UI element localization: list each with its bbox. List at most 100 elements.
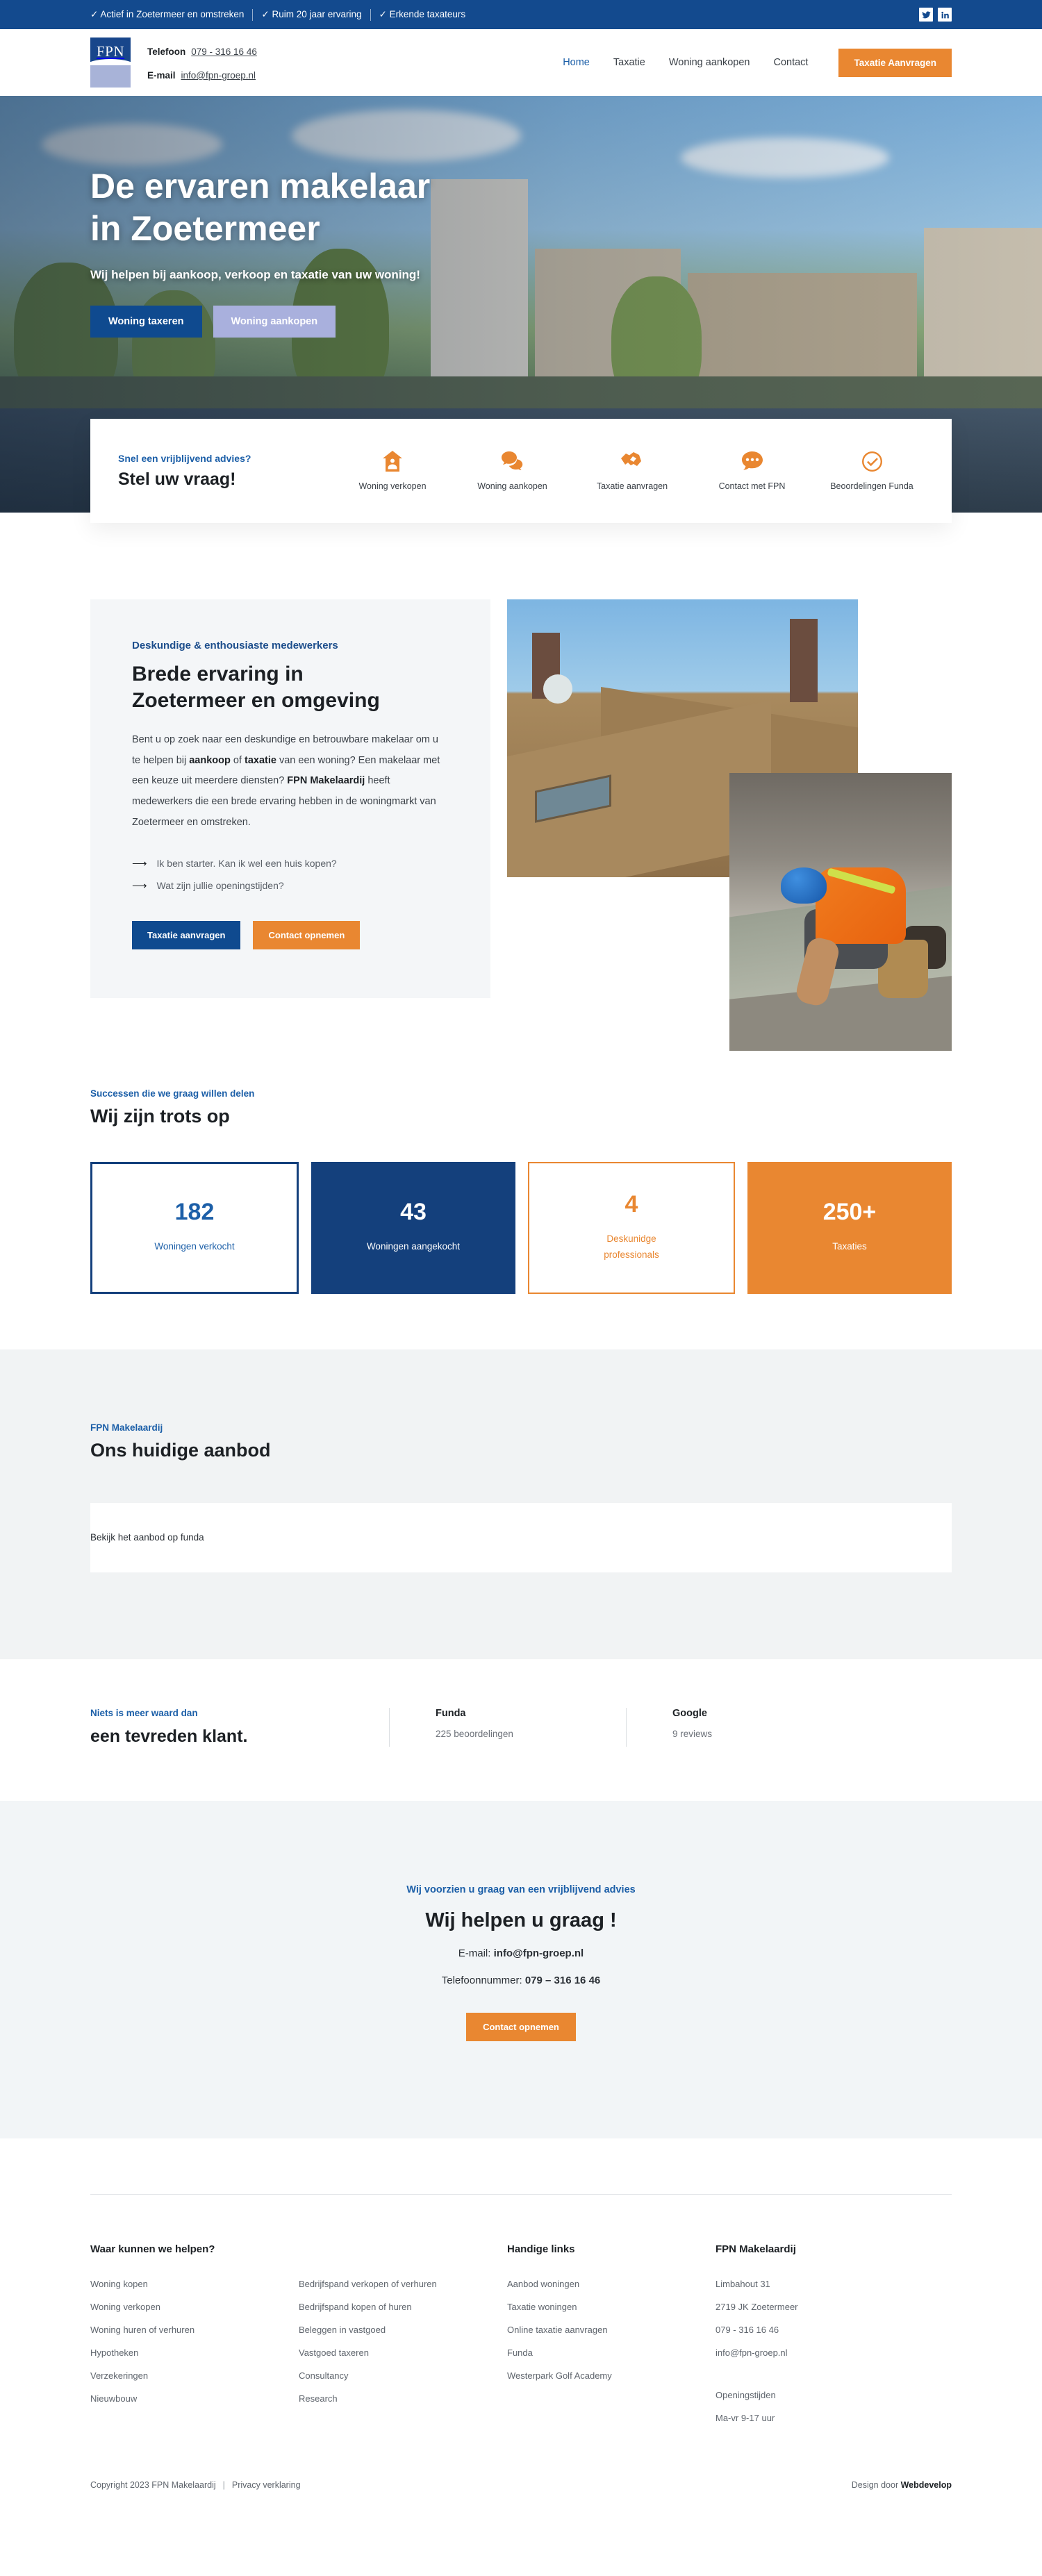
cta-title: Wij helpen u graag ! [425, 1909, 617, 1931]
about-paragraph: Bent u op zoek naar een deskundige en be… [132, 730, 449, 833]
hero-title-line-2: in Zoetermeer [90, 209, 320, 248]
footer-column-help: Waar kunnen we helpen? Woning kopen Woni… [90, 2243, 507, 2423]
header-email-row: E-mail info@fpn-groep.nl [147, 69, 257, 83]
review-source-google[interactable]: Google 9 reviews [627, 1708, 863, 1747]
cta-contact-opnemen-button[interactable]: Contact opnemen [466, 2012, 576, 2041]
about-heading: Brede ervaring in Zoetermeer en omgeving [132, 661, 449, 713]
footer-link[interactable]: Verzekeringen [90, 2370, 299, 2381]
reviews-intro: Niets is meer waard dan een tevreden kla… [90, 1708, 389, 1747]
about-faq-link-openingstijden[interactable]: ⟶ Wat zijn jullie openingstijden? [132, 879, 449, 892]
chat-dots-icon [741, 451, 763, 472]
header-contact-block: Telefoon 079 - 316 16 46 E-mail info@fpn… [147, 42, 257, 83]
footer-link[interactable]: Hypotheken [90, 2348, 299, 2358]
footer-hours-value: Ma-vr 9-17 uur [716, 2412, 775, 2423]
taxatie-aanvragen-button[interactable]: Taxatie Aanvragen [838, 48, 952, 77]
footer-email[interactable]: info@fpn-groep.nl [716, 2348, 952, 2358]
footer-link[interactable]: Bedrijfspand kopen of huren [299, 2302, 507, 2312]
footer-heading-company: FPN Makelaardij [716, 2243, 796, 2255]
handshake-icon [621, 451, 643, 472]
footer-link[interactable]: Bedrijfspand verkopen of verhuren [299, 2279, 507, 2289]
reviews-title: een tevreden klant. [90, 1726, 248, 1746]
about-faq-label: Ik ben starter. Kan ik wel een huis kope… [156, 857, 337, 869]
about-p-bold-1: aankoop [189, 754, 231, 766]
design-credit-name: Webdevelop [900, 2479, 952, 2490]
aanbod-embed-box: Bekijk het aanbod op funda [90, 1502, 952, 1572]
nav-item-woning-aankopen[interactable]: Woning aankopen [669, 57, 750, 68]
footer-column-links: Handige links Aanbod woningen Taxatie wo… [507, 2243, 716, 2423]
about-heading-line-2: Zoetermeer en omgeving [132, 688, 380, 712]
chat-bubbles-icon [501, 451, 524, 472]
about-faq-link-starter[interactable]: ⟶ Ik ben starter. Kan ik wel een huis ko… [132, 857, 449, 870]
email-value[interactable]: info@fpn-groep.nl [181, 69, 256, 83]
footer-link[interactable]: Funda [507, 2348, 716, 2358]
footer-link[interactable]: Consultancy [299, 2370, 507, 2381]
quick-link-woning-verkopen[interactable]: Woning verkopen [340, 451, 445, 491]
footer-link[interactable]: Woning huren of verhuren [90, 2325, 299, 2335]
cta-phone-line: Telefoonnummer: 079 – 316 16 46 [90, 1975, 952, 1986]
footer-phone[interactable]: 079 - 316 16 46 [716, 2325, 952, 2335]
quick-links-eyebrow: Snel een vrijblijvend advies? [118, 452, 251, 464]
linkedin-icon[interactable] [938, 8, 952, 22]
privacy-verklaring-link[interactable]: Privacy verklaring [232, 2480, 301, 2490]
stat-number: 182 [174, 1199, 215, 1226]
cta-eyebrow: Wij voorzien u graag van een vrijblijven… [406, 1884, 636, 1895]
hero-button-group: Woning taxeren Woning aankopen [90, 306, 952, 338]
about-eyebrow: Deskundige & enthousiaste medewerkers [132, 640, 338, 651]
hero-subtitle: Wij helpen bij aankoop, verkoop en taxat… [90, 268, 420, 281]
nav-item-contact[interactable]: Contact [773, 57, 808, 68]
woning-taxeren-button[interactable]: Woning taxeren [90, 306, 202, 338]
usp-item: ✓ Ruim 20 jaar ervaring [261, 9, 362, 19]
site-header: FPN Telefoon 079 - 316 16 46 E-mail info… [0, 29, 1042, 96]
footer-link[interactable]: Woning verkopen [90, 2302, 299, 2312]
about-p-bold-2: taxatie [245, 754, 276, 766]
hero-title: De ervaren makelaar in Zoetermeer [90, 165, 590, 250]
footer-bottom-separator: | [222, 2479, 225, 2490]
quick-links-intro: Snel een vrijblijvend advies? Stel uw vr… [118, 453, 326, 490]
footer-link[interactable]: Nieuwbouw [90, 2393, 299, 2404]
stats-eyebrow: Successen die we graag willen delen [90, 1088, 255, 1099]
twitter-icon[interactable] [919, 8, 933, 22]
funda-aanbod-link[interactable]: Bekijk het aanbod op funda [90, 1532, 204, 1543]
footer-link[interactable]: Taxatie woningen [507, 2302, 716, 2312]
about-faq-links: ⟶ Ik ben starter. Kan ik wel een huis ko… [132, 857, 449, 892]
review-source-name: Google [672, 1707, 707, 1719]
review-source-funda[interactable]: Funda 225 beoordelingen [390, 1708, 626, 1747]
about-contact-opnemen-button[interactable]: Contact opnemen [253, 920, 361, 949]
nav-item-taxatie[interactable]: Taxatie [613, 57, 645, 68]
footer-link[interactable]: Research [299, 2393, 507, 2404]
check-circle-icon [861, 451, 882, 472]
about-taxatie-aanvragen-button[interactable]: Taxatie aanvragen [132, 920, 241, 949]
footer-heading-help: Waar kunnen we helpen? [90, 2243, 215, 2255]
house-person-icon [383, 451, 402, 472]
webdevelop-link[interactable]: Webdevelop [901, 2480, 952, 2490]
footer-link[interactable]: Aanbod woningen [507, 2279, 716, 2289]
footer-link[interactable]: Beleggen in vastgoed [299, 2325, 507, 2335]
fpn-logo[interactable]: FPN [90, 38, 131, 88]
stat-card-professionals: 4 Deskunidge professionals [528, 1161, 735, 1294]
quick-link-beoordelingen-funda[interactable]: Beoordelingen Funda [820, 451, 924, 491]
stat-number: 250+ [822, 1199, 877, 1226]
nav-item-home[interactable]: Home [563, 57, 590, 68]
quick-link-label: Taxatie aanvragen [596, 481, 668, 491]
cta-email-line: E-mail: info@fpn-groep.nl [90, 1947, 952, 1959]
woning-aankopen-button[interactable]: Woning aankopen [213, 306, 336, 338]
phone-value[interactable]: 079 - 316 16 46 [191, 45, 257, 59]
quick-link-woning-aankopen[interactable]: Woning aankopen [461, 451, 565, 491]
quick-link-label: Woning verkopen [358, 481, 427, 491]
footer-useful-links-list: Aanbod woningen Taxatie woningen Online … [507, 2279, 716, 2381]
about-section: Deskundige & enthousiaste medewerkers Br… [0, 523, 1042, 1064]
copyright-text: Copyright 2023 FPN Makelaardij [90, 2479, 216, 2490]
quick-link-contact-met-fpn[interactable]: Contact met FPN [700, 451, 804, 491]
review-count: 9 reviews [672, 1728, 713, 1739]
site-footer: Waar kunnen we helpen? Woning kopen Woni… [0, 2138, 1042, 2521]
footer-link[interactable]: Online taxatie aanvragen [507, 2325, 716, 2335]
footer-company-details: Limbahout 31 2719 JK Zoetermeer 079 - 31… [716, 2279, 952, 2423]
footer-link[interactable]: Vastgoed taxeren [299, 2348, 507, 2358]
worker-photo [729, 773, 952, 1051]
quick-link-taxatie-aanvragen[interactable]: Taxatie aanvragen [580, 451, 684, 491]
stat-label: Taxaties [832, 1241, 867, 1252]
design-credit: Design door Webdevelop [852, 2480, 952, 2490]
cta-email-value: info@fpn-groep.nl [493, 1947, 584, 1959]
footer-link[interactable]: Westerpark Golf Academy [507, 2370, 716, 2381]
footer-link[interactable]: Woning kopen [90, 2279, 299, 2289]
